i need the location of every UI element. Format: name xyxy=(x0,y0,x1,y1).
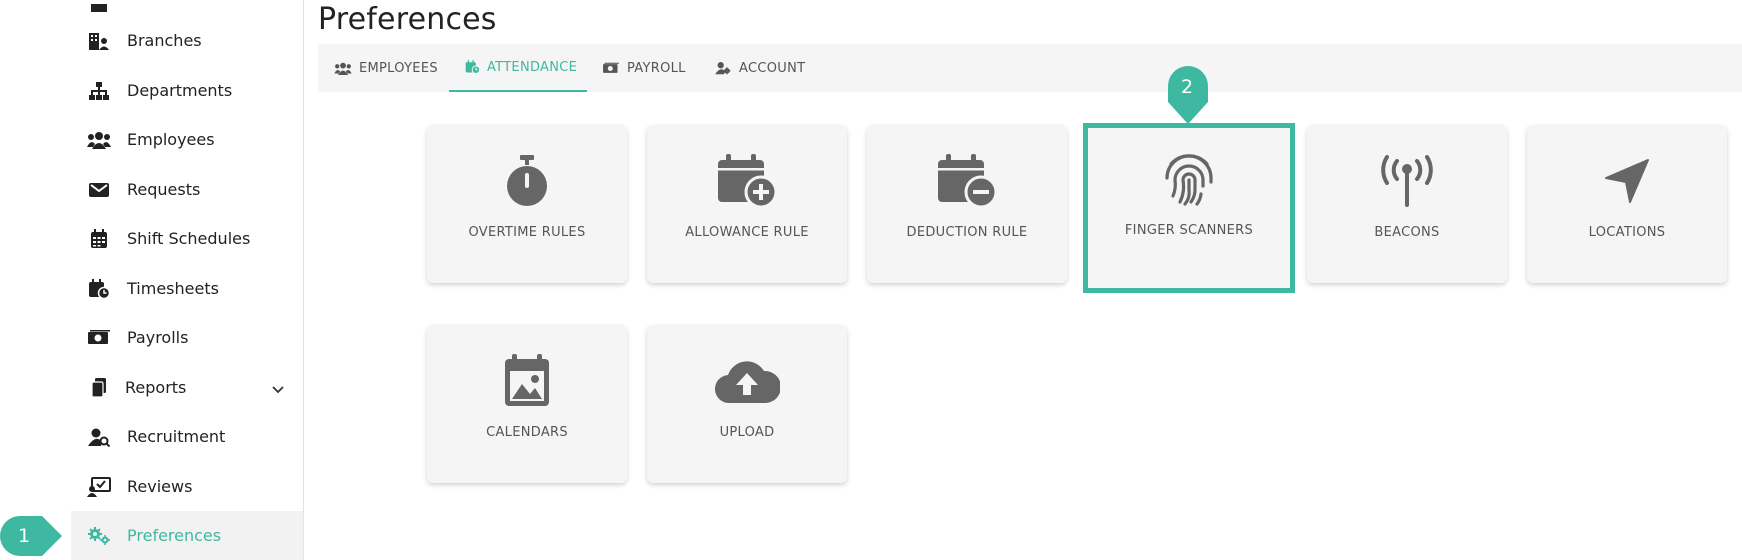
card-label: OVERTIME RULES xyxy=(468,225,586,240)
user-search-icon xyxy=(87,427,111,447)
card-upload[interactable]: UPLOAD xyxy=(647,325,847,483)
card-label: BEACONS xyxy=(1374,225,1440,240)
step-marker-2: 2 xyxy=(1168,66,1208,126)
gears-icon xyxy=(87,526,111,546)
card-overtime-rules[interactable]: OVERTIME RULES xyxy=(427,125,627,283)
sidebar-item-label: Reviews xyxy=(127,477,193,496)
card-finger-scanners[interactable]: FINGER SCANNERS xyxy=(1083,123,1295,293)
money-icon xyxy=(87,328,111,348)
sidebar-item-employees[interactable]: Employees xyxy=(71,115,303,164)
card-label: ALLOWANCE RULE xyxy=(685,225,809,240)
calendar-plus-icon xyxy=(717,153,777,209)
sidebar-item-shift-schedules[interactable]: Shift Schedules xyxy=(71,214,303,263)
card-deduction-rule[interactable]: DEDUCTION RULE xyxy=(867,125,1067,283)
sidebar-item-preferences[interactable]: Preferences xyxy=(71,511,303,560)
partial-icon xyxy=(87,0,111,15)
document-icon xyxy=(87,377,111,398)
sidebar-item-reports[interactable]: Reports xyxy=(71,363,303,412)
sidebar: Branches Departments Employees Requests … xyxy=(0,0,304,560)
sidebar-item-label: Payrolls xyxy=(127,328,189,347)
sidebar-item-label: Shift Schedules xyxy=(127,229,251,248)
sidebar-item-reviews[interactable]: Reviews xyxy=(71,462,303,511)
timesheets-icon xyxy=(87,278,111,299)
tab-account[interactable]: ACCOUNT xyxy=(699,44,821,92)
users-icon xyxy=(334,62,352,75)
sidebar-item-payrolls[interactable]: Payrolls xyxy=(71,313,303,362)
employees-icon xyxy=(87,130,111,150)
tab-label: PAYROLL xyxy=(627,60,686,76)
review-icon xyxy=(87,476,111,497)
card-label: FINGER SCANNERS xyxy=(1124,223,1254,238)
card-calendars[interactable]: CALENDARS xyxy=(427,325,627,483)
chevron-down-icon[interactable] xyxy=(272,379,284,398)
sidebar-item-label: Recruitment xyxy=(127,427,226,446)
location-arrow-icon xyxy=(1604,153,1650,209)
tab-label: EMPLOYEES xyxy=(359,60,438,76)
card-label: CALENDARS xyxy=(486,425,568,440)
branches-icon xyxy=(87,31,111,51)
sidebar-item-recruitment[interactable]: Recruitment xyxy=(71,412,303,461)
page-title: Preferences xyxy=(318,2,497,37)
card-label: DEDUCTION RULE xyxy=(906,225,1028,240)
stopwatch-icon xyxy=(505,153,549,209)
tab-bar: EMPLOYEES ATTENDANCE PAYROLL ACCOUNT xyxy=(318,44,1742,92)
calendar-image-icon xyxy=(503,353,551,409)
sidebar-item-label: Departments xyxy=(127,81,233,100)
card-label: LOCATIONS xyxy=(1588,225,1666,240)
fingerprint-icon xyxy=(1163,151,1215,207)
sidebar-item-label: Reports xyxy=(125,378,187,397)
sidebar-item-timesheets[interactable]: Timesheets xyxy=(71,264,303,313)
calendar-icon xyxy=(87,228,111,249)
card-beacons[interactable]: BEACONS xyxy=(1307,125,1507,283)
card-allowance-rule[interactable]: ALLOWANCE RULE xyxy=(647,125,847,283)
sidebar-item-requests[interactable]: Requests xyxy=(71,165,303,214)
sidebar-item-label: Timesheets xyxy=(127,279,219,298)
sidebar-item-branches[interactable]: Branches xyxy=(71,16,303,65)
user-gear-icon xyxy=(715,61,732,75)
cloud-upload-icon xyxy=(714,353,780,409)
sidebar-item-label: Requests xyxy=(127,180,201,199)
departments-icon xyxy=(87,81,111,101)
sidebar-item-label: Branches xyxy=(127,31,202,50)
tab-payroll[interactable]: PAYROLL xyxy=(586,44,702,92)
sidebar-item-label: Employees xyxy=(127,130,215,149)
sidebar-item-departments[interactable]: Departments xyxy=(71,66,303,115)
step-marker-1-label: 1 xyxy=(18,525,31,547)
tab-employees[interactable]: EMPLOYEES xyxy=(318,44,454,92)
tab-label: ACCOUNT xyxy=(739,60,806,76)
antenna-icon xyxy=(1377,153,1437,209)
requests-icon xyxy=(87,180,111,200)
calendar-clock-icon xyxy=(465,60,480,74)
sidebar-item-label: Preferences xyxy=(127,526,222,545)
money-icon xyxy=(602,62,620,75)
card-locations[interactable]: LOCATIONS xyxy=(1527,125,1727,283)
step-marker-2-label: 2 xyxy=(1181,76,1194,98)
step-marker-1: 1 xyxy=(0,516,62,556)
tab-attendance[interactable]: ATTENDANCE xyxy=(449,44,587,92)
card-label: UPLOAD xyxy=(719,425,775,440)
tab-label: ATTENDANCE xyxy=(487,59,578,75)
calendar-minus-icon xyxy=(937,153,997,209)
